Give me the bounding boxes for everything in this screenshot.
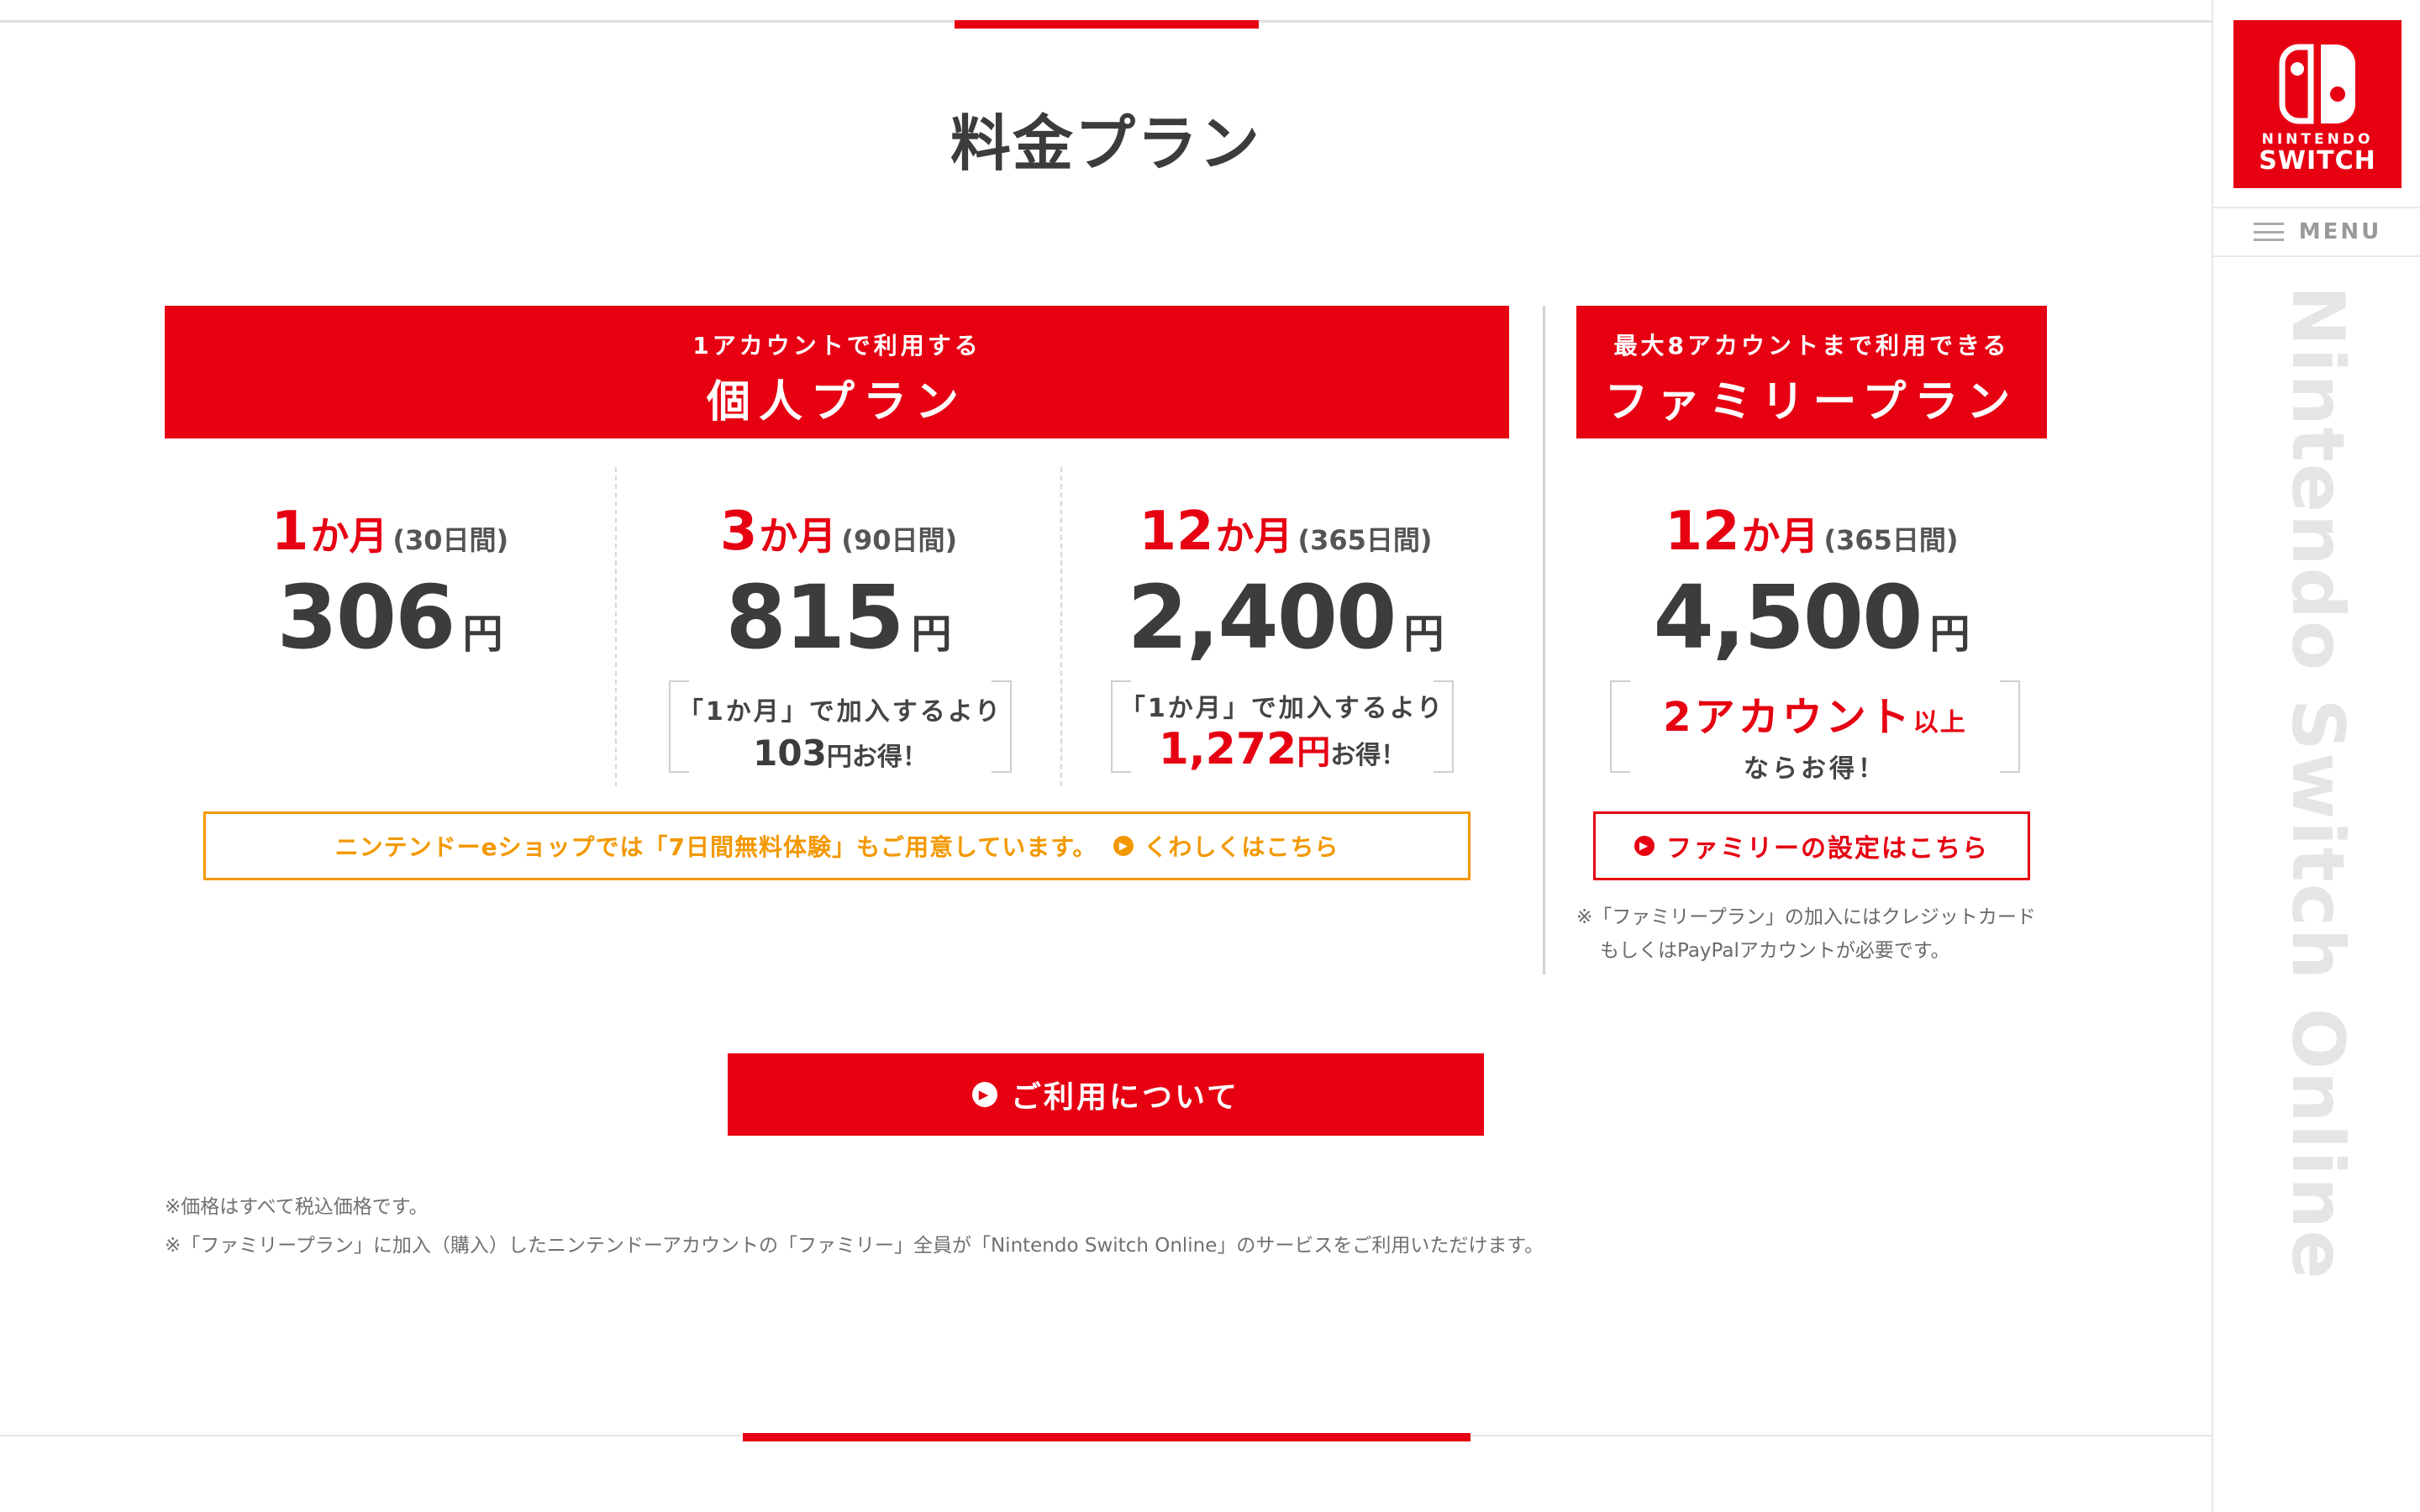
price-amount: 815 xyxy=(725,566,904,669)
savings-note-amount: 1,272円お得！ xyxy=(1113,724,1452,774)
savings-note-3-months: 「1か月」で加入するより 103円お得！ xyxy=(669,680,1012,774)
menu-label: MENU xyxy=(2298,219,2382,244)
family-plan-subtitle: 最大8アカウントまで利用できる xyxy=(1613,332,2010,360)
period-days: (365日間) xyxy=(1823,524,1959,556)
free-trial-text: ニンテンドーeショップでは「7日間無料体験」もご用意しています。 xyxy=(334,833,1097,861)
plan-3-months: 3か月 (90日間) 815 円 xyxy=(617,501,1060,669)
plan-12-months: 12か月 (365日間) 2,400 円 xyxy=(1062,501,1509,669)
plan-period: 1か月 (30日間) xyxy=(165,501,615,563)
free-trial-link-label: くわしくはこちら xyxy=(1144,833,1339,861)
hamburger-icon xyxy=(2253,223,2284,241)
period-unit: か月 xyxy=(1215,513,1293,559)
period-days: (365日間) xyxy=(1297,524,1433,556)
logo-text-switch: SWITCH xyxy=(2259,146,2376,176)
plan-price: 4,500 円 xyxy=(1576,566,2047,669)
footnote: ※「ファミリープラン」に加入（購入）したニンテンドーアカウントの「ファミリー」全… xyxy=(165,1235,1544,1257)
savings-suffix: お得！ xyxy=(851,743,928,772)
individual-plan-banner: 1アカウントで利用する 個人プラン xyxy=(165,306,1509,438)
circle-chevron-right-icon: ▶ xyxy=(1113,836,1134,856)
top-accent-bar xyxy=(955,20,1259,29)
savings-note-line: 「1か月」で加入するより xyxy=(1119,694,1445,723)
sidebar: NINTENDO SWITCH MENU Nintendo Switch Onl… xyxy=(2212,0,2420,1512)
plan-separator xyxy=(1543,306,1545,974)
price-amount: 306 xyxy=(276,566,455,669)
usage-info-label: ご利用について xyxy=(1011,1080,1239,1115)
menu-button[interactable]: MENU xyxy=(2213,207,2420,257)
savings-amount: 1,272 xyxy=(1158,724,1297,774)
savings-note-line: 「1か月」で加入するより xyxy=(677,697,1003,727)
family-note-accounts: 2アカウント以上 xyxy=(1612,684,2018,743)
family-plan-12-months: 12か月 (365日間) 4,500 円 xyxy=(1576,501,2047,669)
free-trial-link[interactable]: ニンテンドーeショップでは「7日間無料体験」もご用意しています。 ▶ くわしくは… xyxy=(203,811,1470,880)
price-amount: 2,400 xyxy=(1127,566,1397,669)
savings-note-amount: 103円お得！ xyxy=(671,732,1010,774)
family-note-line2: ならお得！ xyxy=(1744,754,1886,784)
individual-plan-subtitle: 1アカウントで利用する xyxy=(692,332,981,360)
plan-period: 12か月 (365日間) xyxy=(1576,501,2047,563)
family-disclaimer-line: もしくはPayPalアカウントが必要です。 xyxy=(1600,940,1950,962)
plan-price: 2,400 円 xyxy=(1062,566,1509,669)
savings-suffix: お得！ xyxy=(1330,741,1407,770)
vertical-brand-text: Nintendo Switch Online xyxy=(2275,286,2360,1281)
usage-info-button[interactable]: ▶ ご利用について xyxy=(728,1053,1484,1136)
plan-period: 12か月 (365日間) xyxy=(1062,501,1509,563)
family-settings-label: ファミリーの設定はこちら xyxy=(1666,834,1989,864)
footnote: ※価格はすべて税込価格です。 xyxy=(165,1196,429,1218)
price-yen: 円 xyxy=(1403,611,1444,658)
family-disclaimer-line: ※「ファミリープラン」の加入にはクレジットカード xyxy=(1576,906,2036,928)
period-days: (30日間) xyxy=(392,524,509,556)
circle-chevron-right-icon: ▶ xyxy=(972,1082,998,1107)
period-unit: か月 xyxy=(1741,513,1819,559)
plan-1-month: 1か月 (30日間) 306 円 xyxy=(165,501,615,669)
nintendo-switch-logo[interactable]: NINTENDO SWITCH xyxy=(2233,20,2402,188)
period-days: (90日間) xyxy=(841,524,958,556)
savings-yen: 円 xyxy=(1297,733,1331,772)
family-note-small: 以上 xyxy=(1912,708,1967,738)
period-unit: か月 xyxy=(759,513,837,559)
individual-plan-title: 個人プラン xyxy=(706,377,967,428)
period-number: 1 xyxy=(271,501,309,563)
bottom-accent-bar xyxy=(743,1433,1470,1441)
price-yen: 円 xyxy=(462,611,503,658)
plan-price: 306 円 xyxy=(165,566,615,669)
price-amount: 4,500 xyxy=(1653,566,1923,669)
plan-period: 3か月 (90日間) xyxy=(617,501,1060,563)
price-yen: 円 xyxy=(1929,611,1970,658)
main-content: 料金プラン 1アカウントで利用する 個人プラン 最大8アカウントまで利用できる … xyxy=(0,0,2212,1512)
period-number: 3 xyxy=(719,501,758,563)
family-settings-link[interactable]: ▶ ファミリーの設定はこちら xyxy=(1593,811,2030,880)
period-number: 12 xyxy=(1139,501,1214,563)
savings-yen: 円 xyxy=(826,743,852,772)
period-unit: か月 xyxy=(310,513,388,559)
savings-amount: 103 xyxy=(753,732,827,774)
footnotes: ※価格はすべて税込価格です。 ※「ファミリープラン」に加入（購入）したニンテンド… xyxy=(165,1188,1544,1265)
family-disclaimer: ※「ファミリープラン」の加入にはクレジットカード もしくはPayPalアカウント… xyxy=(1576,900,2047,968)
logo-text-nintendo: NINTENDO xyxy=(2261,131,2374,148)
family-note-big: 2アカウント xyxy=(1663,694,1913,741)
plan-price: 815 円 xyxy=(617,566,1060,669)
period-number: 12 xyxy=(1665,501,1740,563)
savings-note-12-months: 「1か月」で加入するより 1,272円お得！ xyxy=(1111,680,1454,774)
family-savings-note: 2アカウント以上 ならお得！ xyxy=(1610,680,2020,784)
price-yen: 円 xyxy=(911,611,952,658)
family-plan-title: ファミリープラン xyxy=(1604,377,2019,428)
family-plan-banner: 最大8アカウントまで利用できる ファミリープラン xyxy=(1576,306,2047,438)
switch-logo-icon xyxy=(2279,44,2355,124)
page-title: 料金プラン xyxy=(950,108,1261,179)
circle-chevron-right-icon: ▶ xyxy=(1634,836,1655,856)
